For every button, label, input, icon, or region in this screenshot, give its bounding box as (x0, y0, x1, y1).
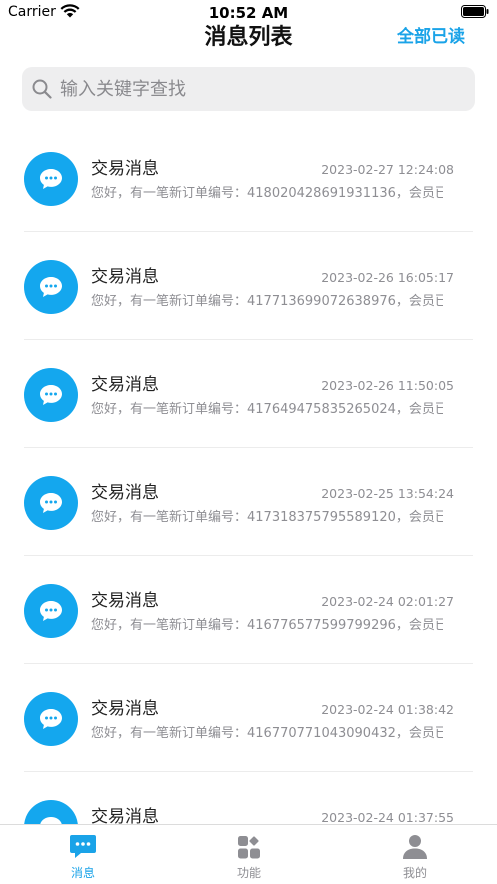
message-avatar (24, 584, 78, 638)
message-title: 交易消息 (91, 699, 159, 719)
tab-label: 我的 (402, 866, 427, 880)
message-time: 2023-02-27 12:24:08 (321, 162, 454, 177)
message-item[interactable]: 交易消息 2023-02-24 02:01:27 您好，有一笔新订单编号：416… (0, 556, 497, 664)
message-title: 交易消息 (91, 591, 159, 611)
message-preview: 您好，有一笔新订单编号：417649475835265024，会员已 (91, 402, 443, 417)
battery-icon (461, 5, 489, 18)
tab-functions[interactable]: 功能 (166, 825, 332, 884)
message-time: 2023-02-24 01:38:42 (321, 702, 454, 717)
chat-bubble-icon (40, 601, 62, 621)
message-time: 2023-02-26 11:50:05 (321, 378, 454, 393)
message-item[interactable]: 交易消息 2023-02-27 12:24:08 您好，有一笔新订单编号：418… (0, 124, 497, 232)
message-preview: 您好，有一笔新订单编号：416776577599799296，会员已 (91, 618, 443, 633)
message-item[interactable]: 交易消息 2023-02-25 13:54:24 您好，有一笔新订单编号：417… (0, 448, 497, 556)
grid-icon (238, 836, 260, 859)
message-title: 交易消息 (91, 375, 159, 395)
message-list[interactable]: 交易消息 2023-02-27 12:24:08 您好，有一笔新订单编号：418… (0, 124, 497, 824)
chat-bubble-icon (40, 385, 62, 405)
message-time: 2023-02-24 01:37:55 (321, 810, 454, 824)
chat-bubble-icon (40, 817, 62, 824)
chat-bubble-icon (40, 493, 62, 513)
person-icon (403, 835, 427, 859)
message-preview: 您好，有一笔新订单编号：418020428691931136，会员已 (91, 186, 443, 201)
search-icon (32, 79, 52, 99)
message-time: 2023-02-24 02:01:27 (321, 594, 454, 609)
tab-bar: 消息 功能 我的 (0, 824, 497, 884)
message-title: 交易消息 (91, 159, 159, 179)
tab-label: 消息 (70, 866, 95, 880)
status-bar: Carrier 10:52 AM (0, 0, 497, 24)
message-preview: 您好，有一笔新订单编号：417318375795589120，会员已 (91, 510, 443, 525)
chat-bubble-icon (40, 277, 62, 297)
message-title: 交易消息 (91, 267, 159, 287)
tab-profile[interactable]: 我的 (332, 825, 497, 884)
message-avatar (24, 260, 78, 314)
tab-label: 功能 (236, 866, 261, 880)
chat-bubble-icon (70, 835, 96, 858)
mark-all-read-button[interactable]: 全部已读 (397, 26, 465, 48)
message-time: 2023-02-26 16:05:17 (321, 270, 454, 285)
navigation-bar: 消息列表 全部已读 (0, 24, 497, 56)
chat-bubble-icon (40, 169, 62, 189)
message-item[interactable]: 交易消息 2023-02-26 16:05:17 您好，有一笔新订单编号：417… (0, 232, 497, 340)
status-time: 10:52 AM (208, 4, 289, 22)
search-bar[interactable] (22, 67, 475, 111)
message-time: 2023-02-25 13:54:24 (321, 486, 454, 501)
message-title: 交易消息 (91, 807, 159, 824)
message-preview: 您好，有一笔新订单编号：416770771043090432，会员已 (91, 726, 443, 741)
message-item[interactable]: 交易消息 2023-02-24 01:37:55 (0, 772, 497, 824)
message-avatar (24, 800, 78, 824)
message-avatar (24, 692, 78, 746)
search-input[interactable] (60, 67, 460, 111)
message-title: 交易消息 (91, 483, 159, 503)
message-avatar (24, 476, 78, 530)
chat-bubble-icon (40, 709, 62, 729)
message-avatar (24, 152, 78, 206)
message-item[interactable]: 交易消息 2023-02-26 11:50:05 您好，有一笔新订单编号：417… (0, 340, 497, 448)
message-preview: 您好，有一笔新订单编号：417713699072638976，会员已 (91, 294, 443, 309)
message-item[interactable]: 交易消息 2023-02-24 01:38:42 您好，有一笔新订单编号：416… (0, 664, 497, 772)
tab-messages[interactable]: 消息 (0, 825, 166, 884)
message-avatar (24, 368, 78, 422)
